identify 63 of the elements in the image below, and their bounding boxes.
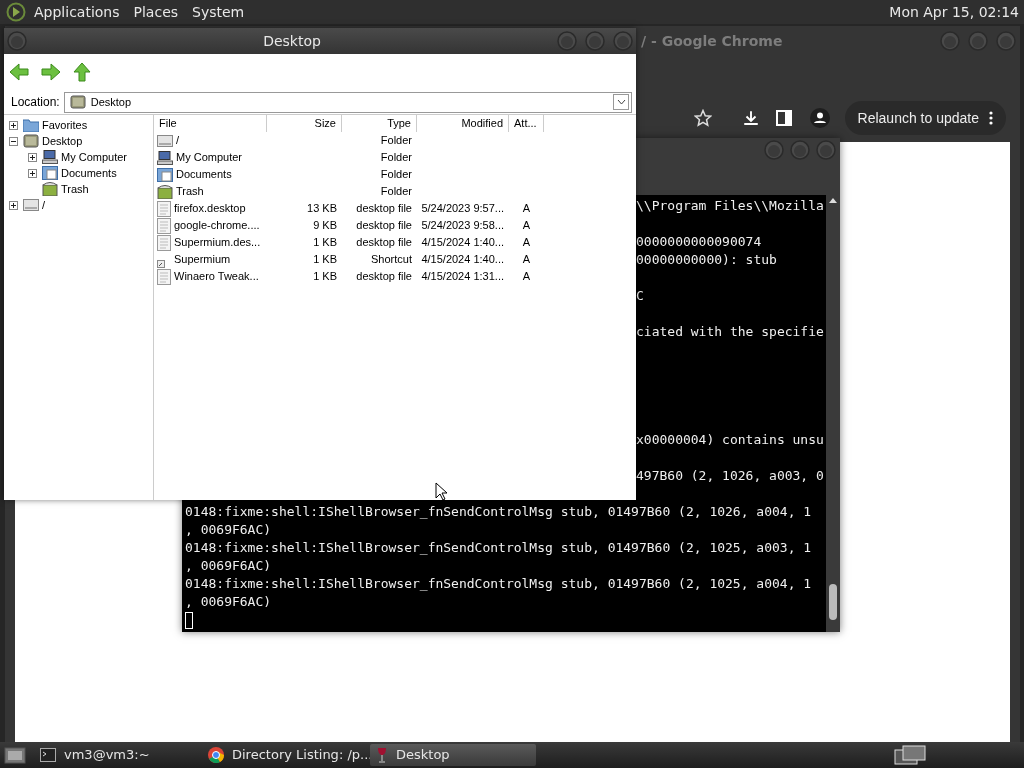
file-modified: 5/24/2023 9:58... [421,218,504,234]
file-size: 1 KB [313,269,337,285]
file-modified: 4/15/2024 1:40... [421,235,504,251]
location-field[interactable]: Desktop [63,91,632,113]
file-type: desktop file [356,235,412,251]
file-name[interactable]: google-chrome.... [174,217,260,234]
file-attributes: A [522,269,531,285]
file-attributes: A [522,218,531,234]
terminal-line: 497B60 (2, 1026, a003, 0 [636,468,824,483]
file-modified: 4/15/2024 1:31... [421,269,504,285]
terminal-line: C [636,288,644,303]
menu-item[interactable]: System [192,1,245,23]
location-label: Location: [10,94,60,111]
file-attributes: A [522,201,531,217]
tree-item[interactable]: Trash [61,180,89,198]
taskbar-button[interactable]: Directory Listing: /p... [202,744,368,766]
tree-item[interactable]: Documents [61,164,117,182]
file-attributes: A [522,252,531,268]
file-name[interactable]: Documents [176,166,232,183]
file-name[interactable]: Winaero Tweak... [174,268,259,285]
terminal-line: ciated with the specifie [636,324,824,339]
taskbar-button[interactable]: Desktop [370,744,536,766]
file-type: Folder [380,150,412,166]
file-size: 1 KB [313,252,337,268]
file-type: Folder [380,167,412,183]
file-type: desktop file [356,269,412,285]
file-name[interactable]: Supermium [174,251,231,268]
file-modified: 5/24/2023 9:57... [421,201,504,217]
file-size: 13 KB [307,201,337,217]
terminal-line: 0148:fixme:shell:IShellBrowser_fnSendControlMsg stub, 01497B60 (2, 1025, a004, 1 [185,576,812,591]
file-name[interactable]: firefox.desktop [174,200,246,217]
terminal-line: \\Program Files\\Mozilla [636,198,824,213]
file-size: 1 KB [313,235,337,251]
menu-item[interactable]: Applications [34,1,120,23]
tree-item[interactable]: Desktop [42,132,83,150]
file-type: Folder [380,184,412,200]
terminal-line: 00000000000): stub [636,252,777,267]
location-value: Desktop [90,94,132,110]
terminal-line: , 0069F6AC) [185,594,272,609]
window-title: Desktop [262,31,322,51]
relaunch-button[interactable]: Relaunch to update [844,101,1006,135]
terminal-line: , 0069F6AC) [185,558,272,573]
file-type: desktop file [356,201,412,217]
file-name[interactable]: Supermium.des... [174,234,261,251]
window-title: / - Google Chrome [641,31,783,51]
terminal-line: 0148:fixme:shell:IShellBrowser_fnSendControlMsg stub, 01497B60 (2, 1026, a004, 1 [185,504,812,519]
terminal-line: 0000000000090074 [636,234,762,249]
file-attributes: A [522,235,531,251]
terminal-line: , 0069F6AC) [185,522,272,537]
file-modified: 4/15/2024 1:40... [421,252,504,268]
tree-item[interactable]: Favorites [42,116,88,134]
terminal-line: x00000004) contains unsu [636,432,824,447]
taskbar-button[interactable]: vm3@vm3:~ [34,744,200,766]
file-type: Shortcut [371,252,412,268]
file-size: 9 KB [313,218,337,234]
file-type: desktop file [356,218,412,234]
menu-item[interactable]: Places [133,1,179,23]
terminal-line: 0148:fixme:shell:IShellBrowser_fnSendControlMsg stub, 01497B60 (2, 1025, a003, 1 [185,540,812,555]
file-name[interactable]: Trash [176,183,204,200]
file-name[interactable]: My Computer [176,149,243,166]
clock: Mon Apr 15, 02:14 [889,2,1019,22]
tree-item[interactable]: My Computer [61,148,128,166]
file-type: Folder [380,133,412,149]
